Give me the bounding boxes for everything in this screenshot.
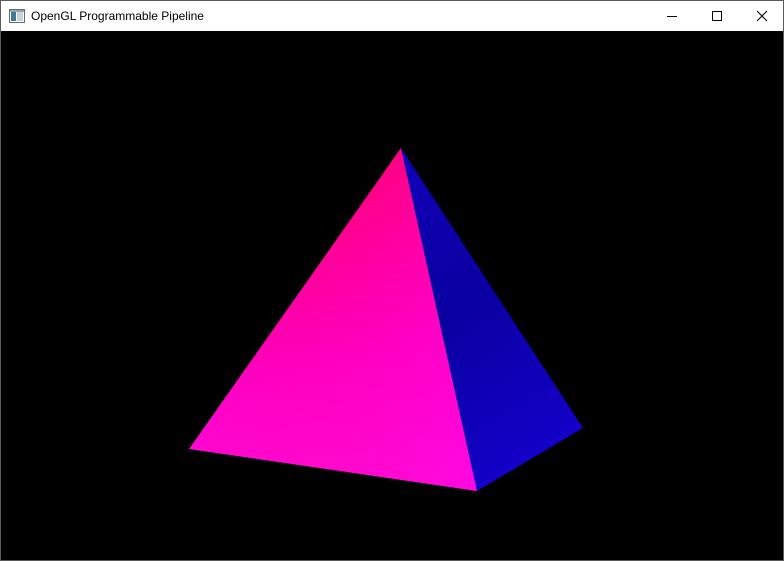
window-title: OpenGL Programmable Pipeline <box>31 9 204 23</box>
opengl-viewport[interactable] <box>1 31 783 560</box>
minimize-button[interactable] <box>649 1 695 31</box>
app-window: OpenGL Programmable Pipeline <box>0 0 784 561</box>
app-icon <box>9 9 25 23</box>
maximize-button[interactable] <box>694 1 740 31</box>
pyramid <box>189 148 583 491</box>
maximize-icon <box>712 11 722 21</box>
minimize-icon <box>667 16 677 17</box>
render-canvas <box>189 148 583 491</box>
close-icon <box>756 10 768 22</box>
close-button[interactable] <box>739 1 784 31</box>
title-bar[interactable]: OpenGL Programmable Pipeline <box>1 1 783 31</box>
